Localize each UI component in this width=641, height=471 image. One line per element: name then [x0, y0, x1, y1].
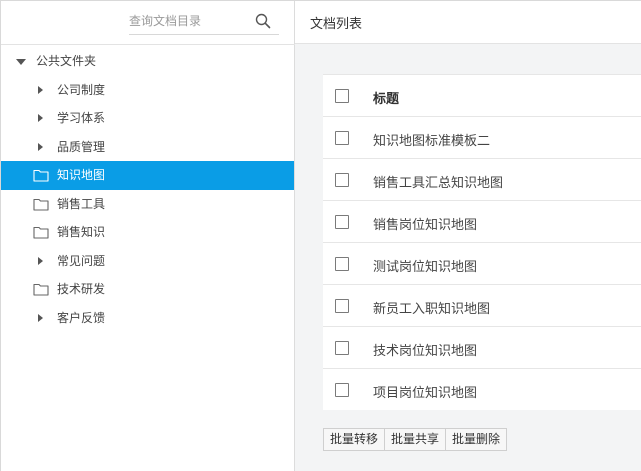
- main-header: 文档列表: [295, 1, 641, 44]
- table-row[interactable]: 销售工具汇总知识地图: [323, 158, 641, 200]
- batch-actions: 批量转移 批量共享 批量删除: [323, 428, 508, 451]
- caret-right-icon[interactable]: [38, 142, 43, 151]
- tree-item-faq[interactable]: 常见问题: [1, 247, 294, 276]
- sidebar: 公共文件夹 公司制度 学习体系 品质管理 知识地图: [1, 1, 295, 471]
- row-checkbox[interactable]: [335, 257, 349, 271]
- tree-item-company-policy[interactable]: 公司制度: [1, 76, 294, 105]
- document-title[interactable]: 项目岗位知识地图: [373, 382, 477, 401]
- table-row[interactable]: 项目岗位知识地图: [323, 368, 641, 410]
- tree-item-quality-management[interactable]: 品质管理: [1, 133, 294, 162]
- document-title[interactable]: 销售工具汇总知识地图: [373, 172, 503, 191]
- batch-share-button[interactable]: 批量共享: [384, 428, 447, 451]
- tree-item-label: 销售工具: [57, 196, 106, 211]
- caret-right-icon[interactable]: [38, 114, 43, 122]
- tree-item-label: 公共文件夹: [36, 54, 97, 68]
- page-title: 文档列表: [310, 17, 363, 32]
- folder-icon: [33, 198, 49, 211]
- tree-item-sales-tools[interactable]: 销售工具: [1, 190, 294, 219]
- tree-item-label: 销售知识: [57, 225, 106, 239]
- tree-item-customer-feedback[interactable]: 客户反馈: [1, 304, 294, 333]
- table-row[interactable]: 新员工入职知识地图: [323, 284, 641, 326]
- select-all-checkbox[interactable]: [335, 89, 349, 103]
- document-title[interactable]: 销售岗位知识地图: [373, 214, 477, 233]
- tree-item-label: 品质管理: [57, 139, 106, 154]
- tree-item-label: 常见问题: [57, 253, 106, 268]
- tree-item-tech-rd[interactable]: 技术研发: [1, 275, 294, 304]
- document-title[interactable]: 新员工入职知识地图: [373, 298, 490, 317]
- tree-item-public-folder[interactable]: 公共文件夹: [1, 47, 294, 76]
- batch-delete-button[interactable]: 批量删除: [445, 428, 508, 451]
- row-checkbox[interactable]: [335, 299, 349, 313]
- tree-item-learning-system[interactable]: 学习体系: [1, 104, 294, 133]
- tree-item-label: 知识地图: [57, 168, 106, 182]
- document-table: 标题 知识地图标准模板二 销售工具汇总知识地图 销售岗位知识地图 测试岗位知识地…: [323, 74, 641, 410]
- row-checkbox[interactable]: [335, 383, 349, 397]
- table-row[interactable]: 销售岗位知识地图: [323, 200, 641, 242]
- folder-icon: [33, 169, 49, 182]
- tree-item-label: 学习体系: [57, 111, 106, 125]
- row-checkbox[interactable]: [335, 215, 349, 229]
- search-box: [129, 7, 279, 35]
- folder-icon: [33, 226, 49, 239]
- document-title[interactable]: 知识地图标准模板二: [373, 130, 490, 149]
- table-row[interactable]: 测试岗位知识地图: [323, 242, 641, 284]
- folder-tree: 公共文件夹 公司制度 学习体系 品质管理 知识地图 销售工具 销售知识 常见问题…: [1, 47, 294, 332]
- column-header-title: 标题: [373, 92, 400, 107]
- batch-move-button[interactable]: 批量转移: [323, 428, 386, 451]
- document-title[interactable]: 测试岗位知识地图: [373, 256, 477, 275]
- document-title[interactable]: 技术岗位知识地图: [373, 340, 477, 359]
- row-checkbox[interactable]: [335, 341, 349, 355]
- row-checkbox[interactable]: [335, 173, 349, 187]
- app-window: 公共文件夹 公司制度 学习体系 品质管理 知识地图: [0, 0, 641, 471]
- table-row[interactable]: 技术岗位知识地图: [323, 326, 641, 368]
- caret-right-icon[interactable]: [38, 256, 43, 265]
- tree-item-knowledge-map[interactable]: 知识地图: [1, 161, 294, 190]
- caret-down-icon[interactable]: [16, 59, 26, 65]
- search-icon[interactable]: [255, 13, 271, 29]
- table-row[interactable]: 知识地图标准模板二: [323, 116, 641, 158]
- tree-item-label: 技术研发: [57, 282, 106, 296]
- folder-icon: [33, 283, 49, 296]
- tree-item-sales-knowledge[interactable]: 销售知识: [1, 218, 294, 247]
- table-header-row: 标题: [323, 74, 641, 116]
- tree-item-label: 客户反馈: [57, 310, 106, 325]
- tree-item-label: 公司制度: [57, 82, 106, 97]
- caret-right-icon[interactable]: [38, 85, 43, 94]
- sidebar-divider: [1, 44, 295, 45]
- search-input[interactable]: [129, 11, 249, 31]
- row-checkbox[interactable]: [335, 131, 349, 145]
- caret-right-icon[interactable]: [38, 313, 43, 322]
- main-panel: 文档列表 标题 知识地图标准模板二 销售工具汇总知识地图 销售岗位知识地图 测试…: [295, 1, 641, 471]
